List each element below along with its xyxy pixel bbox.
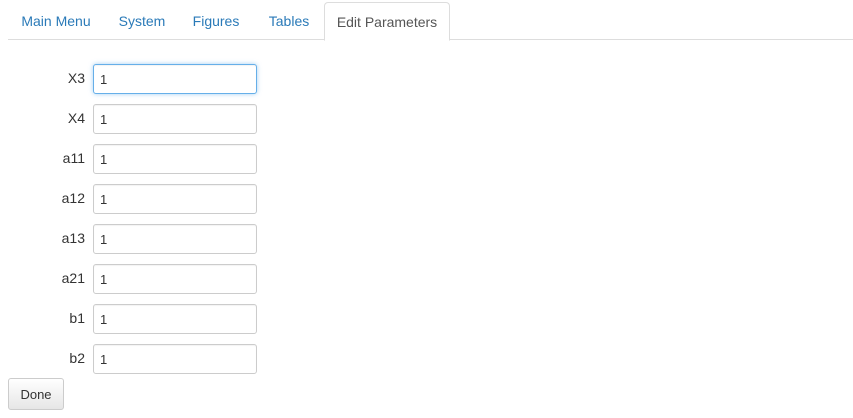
param-input-a11[interactable] <box>93 144 257 174</box>
param-row-a21: a21 <box>8 264 268 294</box>
param-row-b1: b1 <box>8 304 268 334</box>
tab-figures[interactable]: Figures <box>180 2 252 40</box>
param-label: a21 <box>61 270 85 286</box>
param-input-x4[interactable] <box>93 104 257 134</box>
param-label: a12 <box>61 190 85 206</box>
param-label: a13 <box>61 230 85 246</box>
param-row-b2: b2 <box>8 344 268 374</box>
tab-main-menu[interactable]: Main Menu <box>8 2 104 40</box>
done-button[interactable]: Done <box>8 378 64 410</box>
tab-edit-parameters[interactable]: Edit Parameters <box>324 2 450 41</box>
param-input-a21[interactable] <box>93 264 257 294</box>
param-label: a11 <box>62 150 85 166</box>
param-input-b2[interactable] <box>93 344 257 374</box>
param-row-x4: X4 <box>8 104 268 134</box>
param-input-a13[interactable] <box>93 224 257 254</box>
param-label: X3 <box>67 70 85 86</box>
app-root: Main Menu System Figures Tables Edit Par… <box>0 0 853 418</box>
param-row-a13: a13 <box>8 224 268 254</box>
param-label: X4 <box>67 110 85 126</box>
param-row-x3: X3 <box>8 64 268 94</box>
param-input-x3[interactable] <box>93 64 257 94</box>
param-input-b1[interactable] <box>93 304 257 334</box>
param-input-a12[interactable] <box>93 184 257 214</box>
param-label: b2 <box>69 350 85 366</box>
param-label: b1 <box>69 310 85 326</box>
param-row-a11: a11 <box>8 144 268 174</box>
param-row-a12: a12 <box>8 184 268 214</box>
tab-tables[interactable]: Tables <box>254 2 324 40</box>
tab-system[interactable]: System <box>106 2 178 40</box>
tab-bar: Main Menu System Figures Tables Edit Par… <box>8 2 853 41</box>
